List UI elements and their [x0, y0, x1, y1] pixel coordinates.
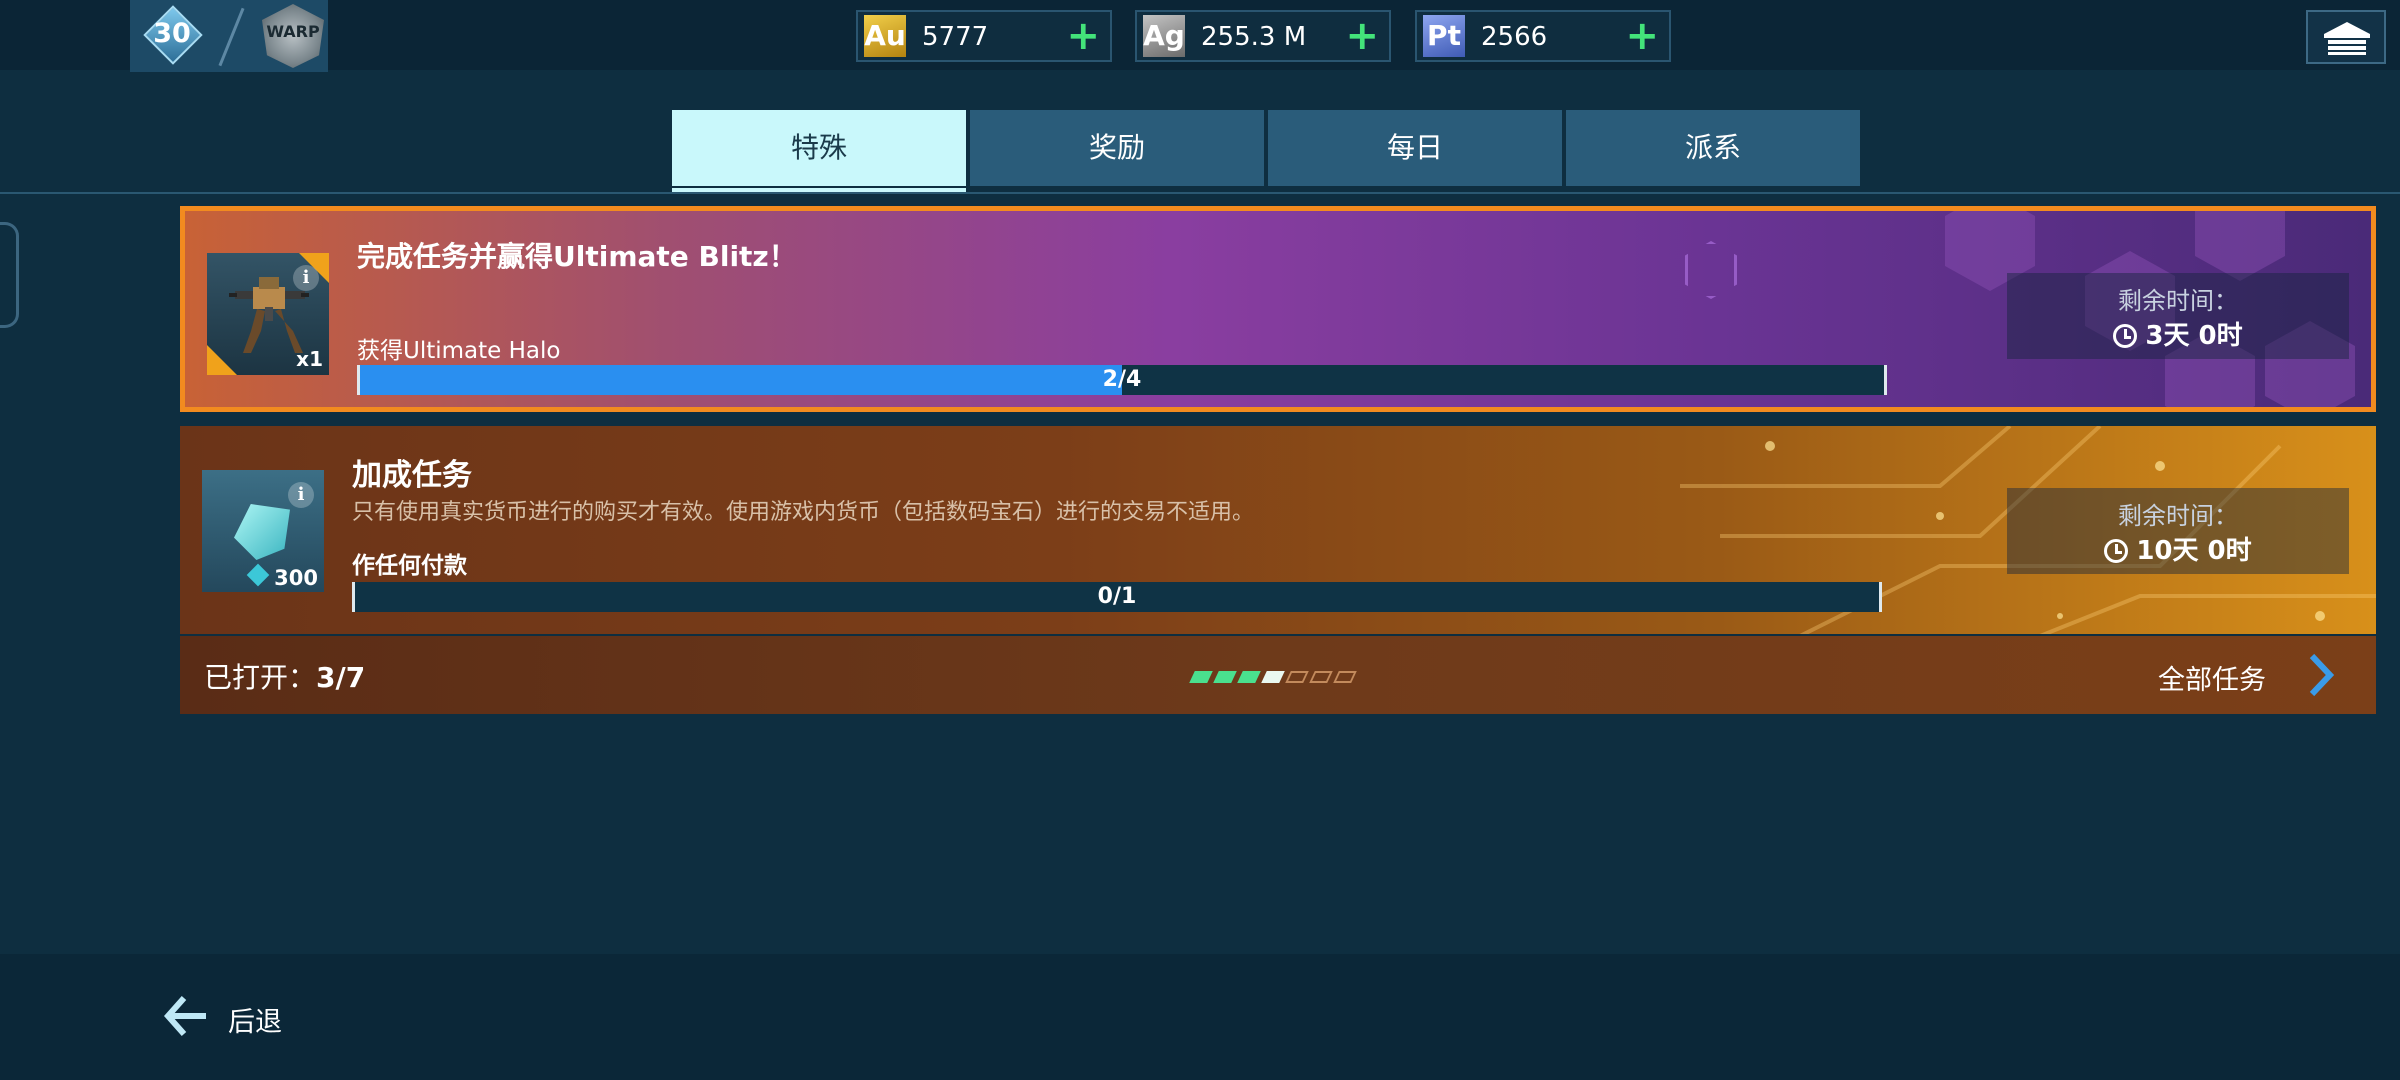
add-platinum-button[interactable]: + — [1625, 14, 1659, 58]
currency-platinum: Pt 2566 + — [1415, 10, 1671, 62]
page-dot — [1189, 671, 1213, 683]
progress-text: 0/1 — [1097, 584, 1137, 609]
silver-amount: 255.3 M — [1201, 22, 1307, 52]
clock-icon — [2104, 539, 2129, 563]
hangar-button[interactable] — [2306, 10, 2386, 64]
info-icon[interactable]: i — [293, 265, 319, 291]
gem-mini-icon — [246, 563, 270, 587]
time-remaining-box: 剩余时间： 10天 0时 — [2007, 488, 2349, 574]
platinum-icon: Pt — [1423, 15, 1465, 57]
time-remaining-value: 10天 0时 — [2136, 536, 2252, 566]
progress-text: 2/4 — [1102, 367, 1142, 392]
time-remaining-label: 剩余时间： — [2118, 287, 2238, 315]
time-remaining-label: 剩余时间： — [2118, 502, 2238, 530]
page-dot — [1237, 671, 1261, 683]
info-icon[interactable]: i — [288, 482, 314, 508]
tab-special[interactable]: 特殊 — [672, 110, 966, 186]
add-gold-button[interactable]: + — [1066, 14, 1100, 58]
task-objective: 作任何付款 — [352, 553, 467, 579]
time-remaining-row: 3天 0时 — [2007, 315, 2349, 352]
clock-icon — [2113, 324, 2138, 348]
divider — [218, 7, 245, 67]
task-progress-bar: 0/1 — [352, 582, 1882, 612]
league-badge-text: WARP — [266, 22, 320, 41]
page-dot — [1333, 671, 1357, 683]
task-title: 加成任务 — [352, 458, 472, 493]
tab-rewards[interactable]: 奖励 — [970, 110, 1264, 186]
tab-faction[interactable]: 派系 — [1566, 110, 1860, 186]
time-remaining-row: 10天 0时 — [2007, 530, 2349, 567]
task-objective: 获得Ultimate Halo — [357, 338, 561, 364]
back-arrow-icon — [164, 996, 206, 1036]
task-progress-bar: 2/4 — [357, 365, 1887, 395]
platinum-amount: 2566 — [1481, 22, 1548, 52]
silver-icon: Ag — [1143, 15, 1185, 57]
player-level: 30 — [153, 18, 191, 49]
task-card-ultimate-blitz[interactable]: i x1 完成任务并赢得Ultimate Blitz！ 获得Ultimate H… — [180, 206, 2376, 412]
bottom-bar: 后退 — [0, 954, 2400, 1080]
page-indicator — [1189, 668, 1360, 687]
page-dot — [1213, 671, 1237, 683]
add-silver-button[interactable]: + — [1345, 14, 1379, 58]
tab-daily[interactable]: 每日 — [1268, 110, 1562, 186]
reward-gems-thumbnail[interactable]: i 300 — [202, 470, 324, 592]
tasks-footer: 已打开：3/7 全部任务 — [180, 636, 2376, 714]
page-dot — [1309, 671, 1333, 683]
time-remaining-value: 3天 0时 — [2145, 321, 2243, 351]
tab-divider — [0, 192, 2400, 194]
reward-quantity-row: 300 — [246, 563, 318, 590]
opened-count: 3/7 — [316, 661, 366, 694]
reward-quantity: 300 — [274, 566, 318, 590]
page-dot — [1261, 671, 1285, 683]
time-remaining-box: 剩余时间： 3天 0时 — [2007, 273, 2349, 359]
all-tasks-button[interactable]: 全部任务 — [2158, 658, 2266, 697]
back-label: 后退 — [228, 1007, 282, 1038]
hex-decoration — [2195, 211, 2285, 281]
back-button[interactable]: 后退 — [160, 986, 320, 1046]
chevron-right-icon[interactable] — [2306, 652, 2336, 698]
player-level-panel[interactable]: 30 WARP — [130, 0, 328, 72]
task-title: 完成任务并赢得Ultimate Blitz！ — [357, 240, 797, 273]
opened-row: 已打开：3/7 — [204, 656, 365, 696]
currency-silver: Ag 255.3 M + — [1135, 10, 1391, 62]
league-badge-icon[interactable]: WARP — [262, 4, 324, 68]
gold-amount: 5777 — [922, 22, 989, 52]
currency-gold: Au 5777 + — [856, 10, 1112, 62]
gem-icon — [234, 504, 290, 560]
hex-decoration — [1685, 241, 1737, 299]
reward-robot-thumbnail[interactable]: i x1 — [207, 253, 329, 375]
gold-icon: Au — [864, 15, 906, 57]
opened-label: 已打开： — [204, 661, 317, 694]
task-card-bonus[interactable]: i 300 加成任务 只有使用真实货币进行的购买才有效。使用游戏内货币（包括数码… — [180, 426, 2376, 634]
side-hex-decoration — [0, 222, 19, 328]
task-description: 只有使用真实货币进行的购买才有效。使用游戏内货币（包括数码宝石）进行的交易不适用… — [352, 500, 1255, 525]
page-dot — [1285, 671, 1309, 683]
reward-quantity: x1 — [296, 347, 323, 371]
hangar-icon — [2324, 22, 2370, 55]
